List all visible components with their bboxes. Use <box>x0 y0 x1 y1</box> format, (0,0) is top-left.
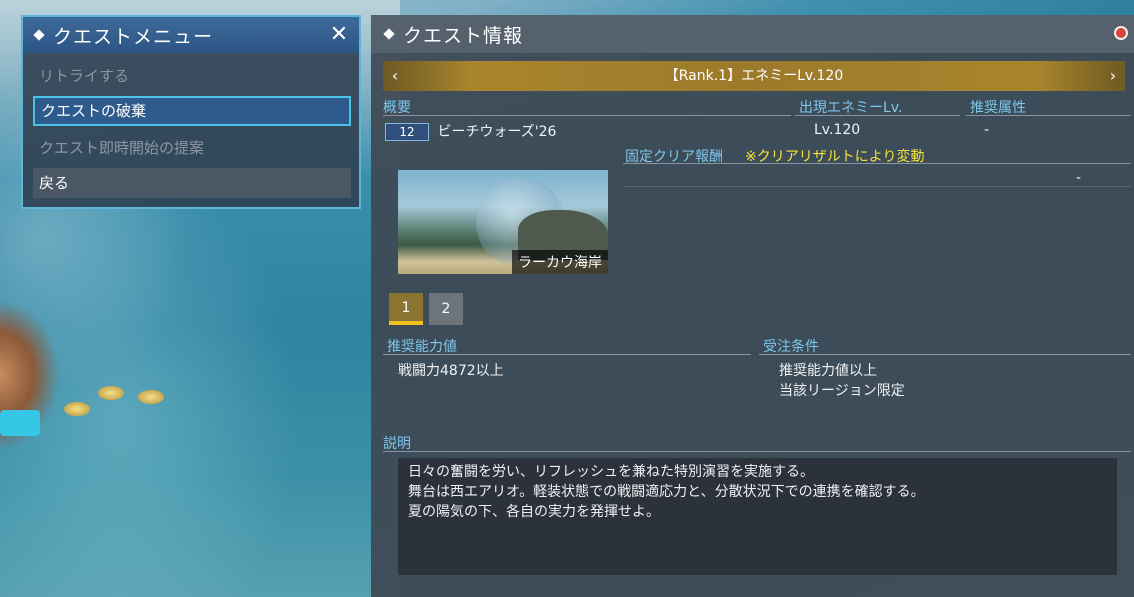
quest-info-header: クエスト情報 <box>371 15 1134 53</box>
recommended-power-label: 推奨能力値 <box>387 339 457 355</box>
divider <box>623 186 1131 187</box>
enemy-level-value: Lv.120 <box>814 122 861 138</box>
overview-label: 概要 <box>383 100 411 116</box>
background-float <box>138 390 164 404</box>
quest-name-row: 12 ビーチウォーズ'26 <box>385 121 556 141</box>
description-label: 説明 <box>383 436 411 452</box>
quest-menu-header: クエストメニュー ✕ <box>23 17 359 53</box>
menu-item-abandon-quest[interactable]: クエストの破棄 <box>33 96 351 126</box>
divider <box>383 354 751 355</box>
rank-selector: ‹ 【Rank.1】エネミーLv.120 › <box>383 61 1125 91</box>
divider <box>966 115 1131 116</box>
description-line: 舞台は西エアリオ。軽装状態での戦闘適応力と、分散状況下での連携を確認する。 <box>408 484 925 500</box>
quest-name: ビーチウォーズ'26 <box>437 124 557 140</box>
menu-item-propose-immediate-start[interactable]: クエスト即時開始の提案 <box>33 133 351 163</box>
background-float <box>98 386 124 400</box>
page-tab-1[interactable]: 1 <box>389 293 423 325</box>
area-thumbnail: ラーカウ海岸 <box>398 170 608 274</box>
quest-menu-title: クエストメニュー <box>53 25 214 48</box>
background-pool <box>0 410 40 436</box>
divider <box>795 115 960 116</box>
order-condition: 推奨能力値以上 <box>779 363 877 379</box>
menu-item-back[interactable]: 戻る <box>33 168 351 198</box>
pin-icon[interactable] <box>1114 26 1128 40</box>
page-tab-2[interactable]: 2 <box>429 293 463 325</box>
area-name: ラーカウ海岸 <box>512 250 608 274</box>
background-float <box>64 402 90 416</box>
description-line: 日々の奮闘を労い、リフレッシュを兼ねた特別演習を実施する。 <box>408 464 814 480</box>
close-icon[interactable]: ✕ <box>327 23 351 47</box>
player-count-icon: 12 <box>385 123 429 141</box>
order-condition: 当該リージョン限定 <box>779 383 905 399</box>
rank-prev-arrow-icon[interactable]: ‹ <box>385 61 405 91</box>
enemy-level-label: 出現エネミーLv. <box>799 100 903 116</box>
quest-info-title: クエスト情報 <box>403 24 524 47</box>
description-line: 夏の陽気の下、各自の実力を発揮せよ。 <box>408 504 660 520</box>
recommended-element-value: - <box>984 122 990 138</box>
rank-next-arrow-icon[interactable]: › <box>1103 61 1123 91</box>
menu-item-retry[interactable]: リトライする <box>33 61 351 91</box>
recommended-power-value: 戦闘力4872以上 <box>398 363 504 379</box>
divider <box>383 451 1131 452</box>
divider <box>383 115 791 116</box>
recommended-element-label: 推奨属性 <box>970 100 1026 116</box>
diamond-icon <box>33 29 45 41</box>
quest-menu-window: クエストメニュー ✕ リトライする クエストの破棄 クエスト即時開始の提案 戻る <box>21 15 361 209</box>
divider <box>623 163 1131 164</box>
diamond-icon <box>383 28 395 40</box>
description-box: 日々の奮闘を労い、リフレッシュを兼ねた特別演習を実施する。 舞台は西エアリオ。軽… <box>398 458 1117 575</box>
quest-info-panel: クエスト情報 ‹ 【Rank.1】エネミーLv.120 › 概要 出現エネミーL… <box>371 15 1134 597</box>
reward-value: - <box>1076 170 1082 186</box>
order-conditions-label: 受注条件 <box>763 339 819 355</box>
divider <box>759 354 1131 355</box>
rank-label: 【Rank.1】エネミーLv.120 <box>664 68 844 84</box>
